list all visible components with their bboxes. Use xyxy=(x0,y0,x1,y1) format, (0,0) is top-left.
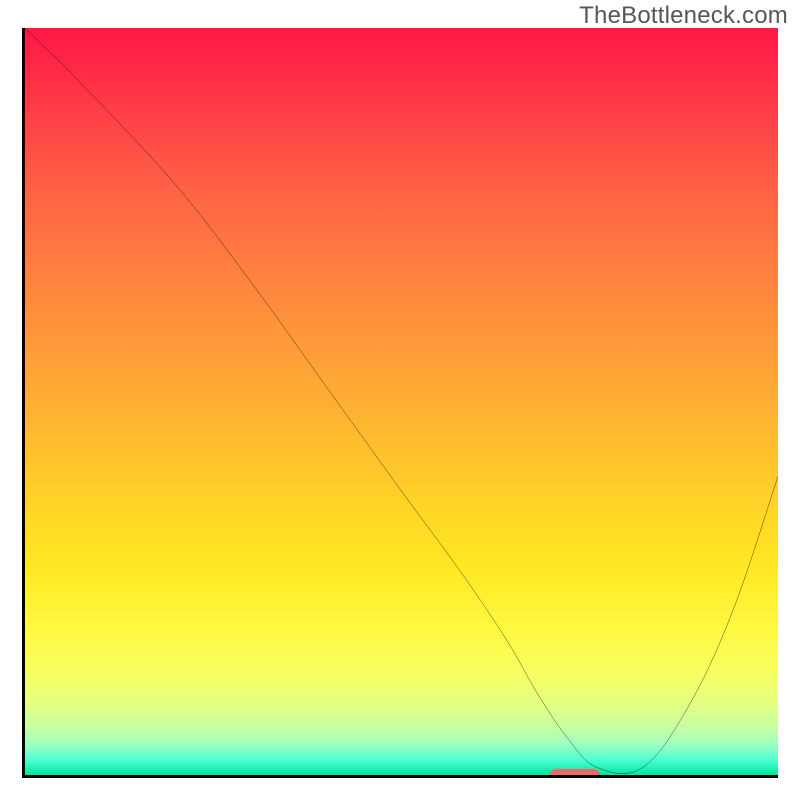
plot-area xyxy=(25,28,778,775)
optimal-marker xyxy=(550,769,600,775)
chart-container: TheBottleneck.com xyxy=(0,0,800,800)
curve-svg xyxy=(25,28,778,775)
plot-axes xyxy=(22,28,778,778)
attribution-text: TheBottleneck.com xyxy=(579,2,788,30)
curve-path xyxy=(25,28,778,774)
